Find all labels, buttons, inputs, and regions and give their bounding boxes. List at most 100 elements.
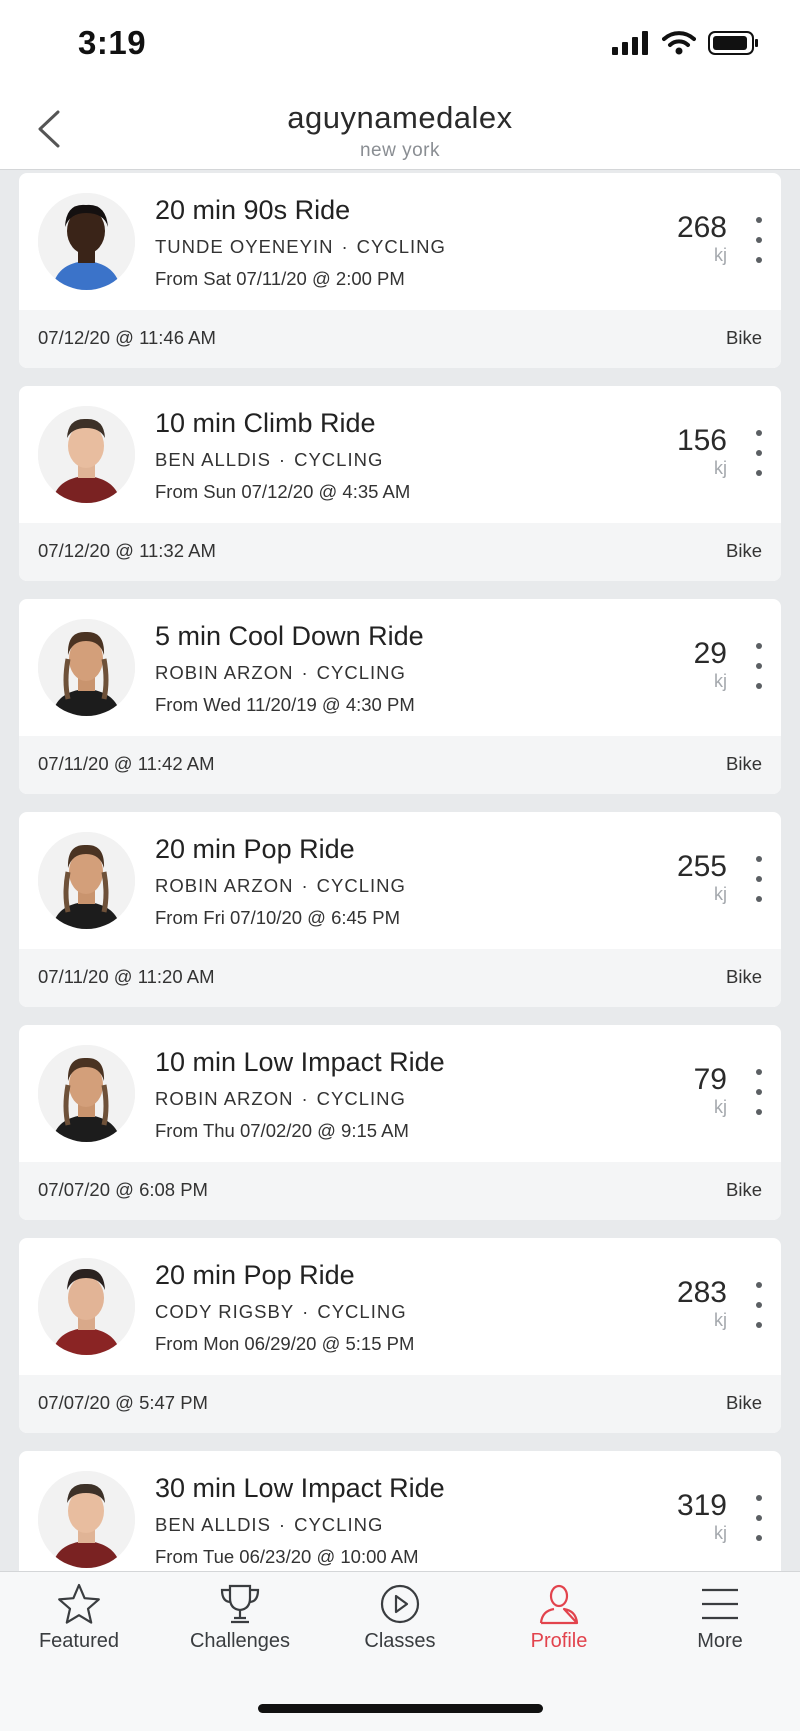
instructor-name: BEN ALLDIS	[155, 1514, 271, 1535]
workout-card[interactable]: 10 min Low Impact Ride ROBIN ARZON · CYCLI…	[19, 1025, 781, 1220]
ride-title: 20 min Pop Ride	[155, 1260, 355, 1290]
more-options-button[interactable]	[749, 643, 769, 689]
more-options-button[interactable]	[749, 856, 769, 902]
energy-unit: kj	[714, 1097, 727, 1117]
discipline: CYCLING	[294, 449, 384, 470]
status-bar: 3:19	[0, 0, 800, 90]
energy-unit: kj	[714, 1523, 727, 1543]
person-icon	[539, 1584, 579, 1625]
platform-label: Bike	[726, 1179, 762, 1200]
energy-output: 268	[676, 211, 727, 244]
instructor-avatar	[38, 1045, 135, 1142]
wifi-icon	[662, 31, 696, 55]
instructor-name: ROBIN ARZON	[155, 662, 294, 683]
ride-title: 10 min Climb Ride	[155, 408, 376, 438]
workout-card[interactable]: 20 min Pop Ride CODY RIGSBY · CYCLING From…	[19, 1238, 781, 1433]
platform-label: Bike	[726, 753, 762, 774]
tab-featured[interactable]: Featured	[9, 1582, 149, 1672]
platform-label: Bike	[726, 966, 762, 987]
instructor-name: TUNDE OYENEYIN	[155, 236, 334, 257]
ride-meta: ROBIN ARZON · CYCLING	[155, 662, 406, 684]
more-options-button[interactable]	[749, 217, 769, 263]
more-options-button[interactable]	[749, 1069, 769, 1115]
ride-title: 5 min Cool Down Ride	[155, 621, 424, 651]
workout-card-footer: 07/12/20 @ 11:46 AM Bike	[19, 310, 781, 368]
play-circle-icon	[380, 1584, 420, 1624]
status-icons	[612, 30, 760, 56]
ride-original-date: From Sat 07/11/20 @ 2:00 PM	[155, 268, 405, 289]
workout-card-main[interactable]: 20 min Pop Ride ROBIN ARZON · CYCLING From…	[19, 812, 781, 949]
menu-icon	[702, 1588, 738, 1620]
tab-classes[interactable]: Classes	[330, 1582, 470, 1672]
ride-original-date: From Thu 07/02/20 @ 9:15 AM	[155, 1120, 409, 1141]
instructor-name: CODY RIGSBY	[155, 1301, 295, 1322]
workout-card-main[interactable]: 20 min Pop Ride CODY RIGSBY · CYCLING From…	[19, 1238, 781, 1375]
workout-list[interactable]: 20 min 90s Ride TUNDE OYENEYIN · CYCLING F…	[0, 171, 800, 1571]
energy-unit: kj	[714, 1310, 727, 1330]
tab-label: Classes	[364, 1630, 436, 1652]
ride-meta: CODY RIGSBY · CYCLING	[155, 1301, 407, 1323]
workout-card-main[interactable]: 20 min 90s Ride TUNDE OYENEYIN · CYCLING F…	[19, 173, 781, 310]
status-time: 3:19	[78, 24, 147, 61]
completed-timestamp: 07/12/20 @ 11:46 AM	[38, 327, 216, 348]
separator-dot: ·	[301, 662, 309, 683]
ride-original-date: From Mon 06/29/20 @ 5:15 PM	[155, 1333, 415, 1354]
tab-label: Profile	[530, 1630, 588, 1652]
tab-label: Featured	[38, 1630, 120, 1652]
energy-output: 283	[676, 1276, 727, 1309]
workout-card-main[interactable]: 10 min Low Impact Ride ROBIN ARZON · CYCLI…	[19, 1025, 781, 1162]
ride-title: 20 min 90s Ride	[155, 195, 351, 225]
separator-dot: ·	[302, 1301, 310, 1322]
workout-card-main[interactable]: 10 min Climb Ride BEN ALLDIS · CYCLING Fro…	[19, 386, 781, 523]
ride-meta: ROBIN ARZON · CYCLING	[155, 1088, 406, 1110]
instructor-name: BEN ALLDIS	[155, 449, 271, 470]
more-options-button[interactable]	[749, 1282, 769, 1328]
separator-dot: ·	[278, 449, 287, 470]
tab-profile[interactable]: Profile	[489, 1582, 629, 1672]
discipline: CYCLING	[294, 1514, 384, 1535]
ride-title: 20 min Pop Ride	[155, 834, 355, 864]
ride-original-date: From Fri 07/10/20 @ 6:45 PM	[155, 907, 400, 928]
separator-dot: ·	[341, 236, 349, 257]
completed-timestamp: 07/12/20 @ 11:32 AM	[38, 540, 216, 561]
ride-original-date: From Tue 06/23/20 @ 10:00 AM	[155, 1546, 419, 1567]
completed-timestamp: 07/07/20 @ 6:08 PM	[38, 1179, 208, 1200]
more-options-button[interactable]	[749, 1495, 769, 1541]
workout-card-main[interactable]: 5 min Cool Down Ride ROBIN ARZON · CYCLING…	[19, 599, 781, 736]
battery-icon	[708, 31, 758, 55]
instructor-avatar	[38, 406, 135, 503]
platform-label: Bike	[726, 540, 762, 561]
workout-card-footer: 07/12/20 @ 11:32 AM Bike	[19, 523, 781, 581]
energy-unit: kj	[714, 671, 727, 691]
workout-card[interactable]: 5 min Cool Down Ride ROBIN ARZON · CYCLING…	[19, 599, 781, 794]
workout-card[interactable]: 20 min 90s Ride TUNDE OYENEYIN · CYCLING F…	[19, 173, 781, 368]
home-indicator[interactable]	[258, 1704, 543, 1713]
completed-timestamp: 07/11/20 @ 11:42 AM	[38, 753, 215, 774]
workout-card-footer: 07/11/20 @ 11:42 AM Bike	[19, 736, 781, 794]
instructor-avatar	[38, 193, 135, 290]
separator-dot: ·	[301, 875, 309, 896]
star-icon	[58, 1583, 100, 1624]
tab-more[interactable]: More	[650, 1582, 790, 1672]
ride-meta: ROBIN ARZON · CYCLING	[155, 875, 406, 897]
discipline: CYCLING	[316, 875, 406, 896]
ride-meta: BEN ALLDIS · CYCLING	[155, 1514, 383, 1536]
workout-card-footer: 07/07/20 @ 5:47 PM Bike	[19, 1375, 781, 1433]
more-options-button[interactable]	[749, 430, 769, 476]
energy-output: 79	[693, 1063, 727, 1096]
discipline: CYCLING	[316, 662, 406, 683]
completed-timestamp: 07/07/20 @ 5:47 PM	[38, 1392, 208, 1413]
energy-output: 29	[693, 637, 727, 670]
platform-label: Bike	[726, 1392, 762, 1413]
workout-card[interactable]: 20 min Pop Ride ROBIN ARZON · CYCLING From…	[19, 812, 781, 1007]
workout-card-main[interactable]: 30 min Low Impact Ride BEN ALLDIS · CYCLIN…	[19, 1451, 781, 1571]
workout-card[interactable]: 10 min Climb Ride BEN ALLDIS · CYCLING Fro…	[19, 386, 781, 581]
energy-unit: kj	[714, 458, 727, 478]
ride-original-date: From Sun 07/12/20 @ 4:35 AM	[155, 481, 411, 502]
instructor-name: ROBIN ARZON	[155, 1088, 294, 1109]
workout-card[interactable]: 30 min Low Impact Ride BEN ALLDIS · CYCLIN…	[19, 1451, 781, 1571]
ride-title: 10 min Low Impact Ride	[155, 1047, 445, 1077]
tab-label: Challenges	[189, 1630, 291, 1652]
tab-challenges[interactable]: Challenges	[170, 1582, 310, 1672]
ride-meta: TUNDE OYENEYIN · CYCLING	[155, 236, 446, 258]
